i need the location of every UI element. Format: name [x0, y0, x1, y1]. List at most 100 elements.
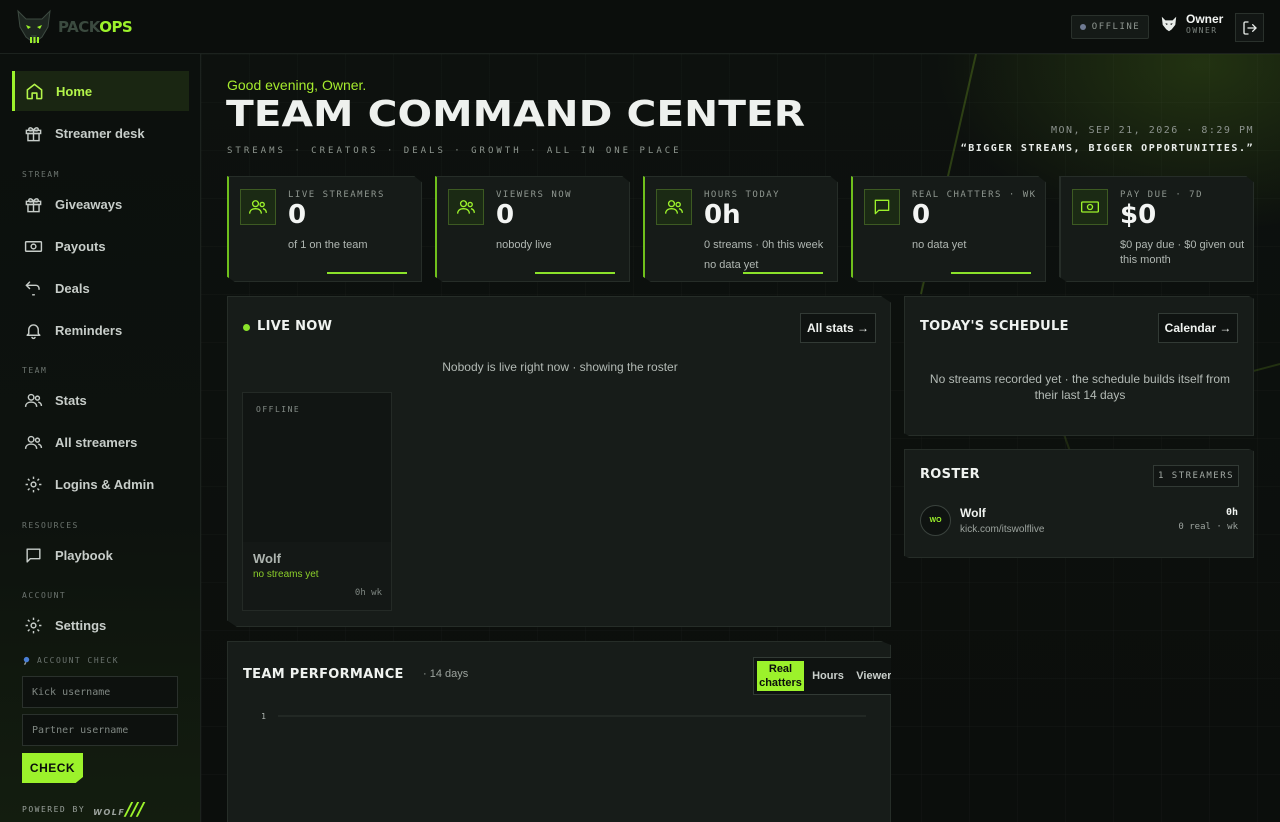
stat-card-viewers-now[interactable]: VIEWERS NOW 0 nobody live [435, 176, 630, 282]
top-bar: PACKOPS OFFLINE Owner OWNER [0, 0, 1280, 54]
stat-value: 0 [912, 200, 931, 230]
stat-subtext: 0 streams · 0h this week [704, 239, 824, 251]
tab-hours[interactable]: Hours [806, 661, 850, 691]
stat-subtext: of 1 on the team [288, 239, 368, 251]
stat-subtext: nobody live [496, 239, 552, 251]
user-role: OWNER [1186, 26, 1218, 35]
schedule-note: No streams recorded yet · the schedule b… [929, 372, 1231, 402]
stat-label: LIVE STREAMERS [288, 190, 385, 200]
sidebar-item-all-streamers[interactable]: All streamers [12, 422, 189, 462]
stat-card-real-chatters[interactable]: REAL CHATTERS · WK 0 no data yet [851, 176, 1046, 282]
sidebar-item-label: Streamer desk [55, 125, 145, 141]
sidebar-item-label: Giveaways [55, 196, 123, 212]
sidebar-item-label: Reminders [55, 322, 123, 338]
cash-icon [24, 240, 43, 252]
gift-box-icon [25, 126, 42, 141]
user-menu[interactable]: Owner OWNER [1160, 12, 1223, 35]
stat-label: REAL CHATTERS · WK [912, 190, 1037, 200]
stat-card-pay-due[interactable]: PAY DUE · 7D $0 $0 pay due · $0 given ou… [1059, 176, 1254, 282]
powered-by: POWERED BY WOLF/// [22, 799, 144, 820]
sidebar-item-label: Home [56, 83, 93, 99]
roster-detail: 0 real · wk [1178, 522, 1238, 532]
sidebar-item-playbook[interactable]: Playbook [12, 535, 189, 575]
streamer-name: Wolf [253, 551, 281, 566]
sidebar-item-stats[interactable]: Stats [12, 380, 189, 420]
logout-icon [1242, 20, 1257, 35]
all-stats-button[interactable]: All stats → [800, 313, 876, 343]
stat-card-live-streamers[interactable]: LIVE STREAMERS 0 of 1 on the team [227, 176, 422, 282]
slogan: “BIGGER STREAMS, BIGGER OPPORTUNITIES.” [960, 143, 1254, 154]
sidebar-item-streamer-desk[interactable]: Streamer desk [12, 113, 189, 153]
check-button[interactable]: CHECK [22, 753, 83, 783]
live-now-note: Nobody is live right now · showing the r… [442, 360, 678, 374]
roster-count-chip: 1 STREAMERS [1153, 465, 1239, 487]
sidebar-item-payouts[interactable]: Payouts [12, 226, 189, 266]
calendar-button[interactable]: Calendar → [1158, 313, 1238, 343]
stat-subtext: $0 pay due · $0 given out this month [1120, 239, 1245, 266]
performance-subtitle: · 14 days [423, 668, 469, 680]
brand-logo[interactable]: PACKOPS [14, 7, 133, 47]
stream-thumbnail [243, 393, 391, 542]
roster-panel: ROSTER 1 STREAMERS WO Wolf kick.com/itsw… [904, 449, 1254, 558]
roster-link[interactable]: kick.com/itswolflive [960, 524, 1044, 535]
message-square-icon [26, 547, 41, 563]
stat-icon-box [864, 189, 900, 225]
sidebar-item-label: Payouts [55, 238, 106, 254]
stat-accent-bar [951, 272, 1031, 274]
sidebar-item-label: Deals [55, 280, 90, 296]
stat-value: 0 [496, 200, 515, 230]
stat-card-hours-today[interactable]: HOURS TODAY 0h 0 streams · 0h this week … [643, 176, 838, 282]
arrows-exchange-icon [25, 280, 40, 296]
gift-icon [25, 197, 42, 212]
avatar: WO [920, 505, 951, 536]
roster-hours: 0h [1225, 507, 1238, 518]
status-dot-icon [1079, 24, 1086, 30]
sidebar-item-label: Stats [55, 392, 87, 408]
stat-label: VIEWERS NOW [496, 190, 573, 200]
sidebar-item-settings[interactable]: Settings [12, 605, 189, 645]
stream-status: OFFLINE [256, 405, 301, 414]
sidebar-item-reminders[interactable]: Reminders [12, 310, 189, 350]
stat-label: HOURS TODAY [704, 190, 781, 200]
streamer-hours: 0h wk [354, 588, 382, 598]
bell-icon [26, 323, 41, 339]
live-now-title: LIVE NOW [257, 319, 333, 334]
tagline: STREAMS · CREATORS · DEALS · GROWTH · AL… [227, 146, 682, 156]
streamer-card[interactable]: OFFLINE Wolf no streams yet 0h wk [242, 392, 392, 611]
sidebar: Home Streamer desk STREAM Giveaways Payo… [0, 54, 201, 822]
gear-icon [25, 476, 42, 492]
cash-icon [1081, 201, 1099, 213]
sidebar-item-home[interactable]: Home [12, 71, 189, 111]
sidebar-item-giveaways[interactable]: Giveaways [12, 184, 189, 224]
chat-icon [874, 199, 890, 215]
greeting: Good evening, Owner. [227, 77, 367, 93]
partner-username-input[interactable] [22, 714, 178, 746]
stat-icon-box [1072, 189, 1108, 225]
wolf-brand-logo: WOLF/// [93, 799, 144, 820]
users-icon [457, 200, 475, 214]
section-label-account: ACCOUNT [22, 591, 67, 600]
wolf-avatar-icon [1161, 16, 1177, 31]
sidebar-item-deals[interactable]: Deals [12, 268, 189, 308]
powered-by-label: POWERED BY [22, 805, 86, 814]
team-performance-panel: TEAM PERFORMANCE · 14 days Real chatters… [227, 641, 891, 822]
kick-username-input[interactable] [22, 676, 178, 708]
account-check-label: ACCOUNT CHECK [22, 656, 119, 665]
users-icon [249, 200, 267, 214]
sidebar-item-logins-admin[interactable]: Logins & Admin [12, 464, 189, 504]
stat-accent-bar [535, 272, 615, 274]
sidebar-item-label: All streamers [55, 434, 138, 450]
home-icon [26, 83, 43, 99]
sidebar-item-label: Logins & Admin [55, 476, 155, 492]
tab-real-chatters[interactable]: Real chatters [757, 661, 804, 691]
datetime: MON, SEP 21, 2026 · 8:29 PM [1050, 125, 1254, 136]
user-name: Owner [1186, 12, 1224, 26]
logout-button[interactable] [1235, 13, 1264, 42]
users-icon [24, 393, 43, 407]
section-label-stream: STREAM [22, 170, 60, 179]
status-text: OFFLINE [1091, 22, 1141, 32]
performance-tabs: Real chatters Hours Viewers [753, 657, 891, 695]
gear-icon [25, 617, 42, 633]
wolf-logo-icon [17, 9, 51, 44]
page-title: TEAM COMMAND CENTER [226, 94, 806, 135]
